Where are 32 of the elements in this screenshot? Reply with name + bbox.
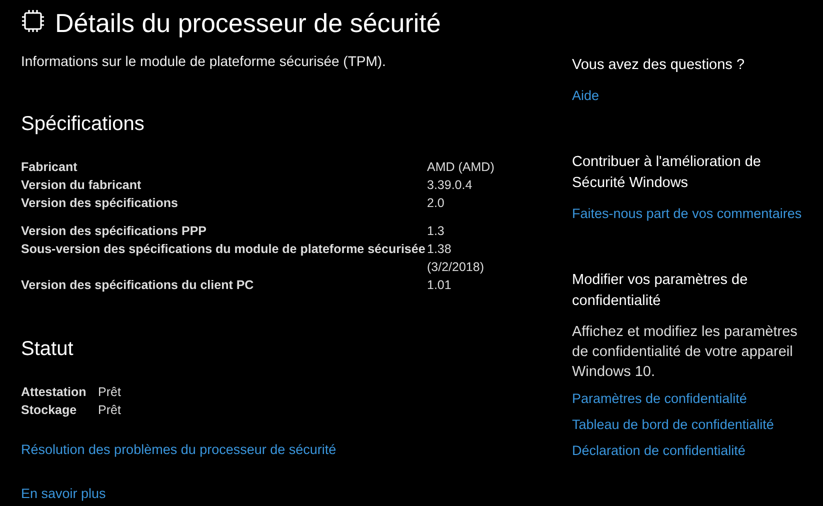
spec-label: Version des spécifications: [21, 195, 180, 212]
status-label: Stockage: [21, 402, 78, 419]
chip-icon: [21, 9, 45, 33]
spec-value: 1.3: [427, 223, 446, 240]
spec-label: Version des spécifications PPP: [21, 223, 208, 240]
spec-value: 2.0: [427, 195, 446, 212]
section-heading: Statut: [21, 337, 74, 361]
spec-label: Fabricant: [21, 159, 78, 176]
spec-value: 1.01: [427, 277, 452, 294]
sidebar-heading: Vous avez des questions ?: [572, 56, 746, 75]
spec-label: Version des spécifications du client PC: [21, 277, 255, 294]
sidebar-link[interactable]: Aide: [572, 88, 600, 103]
status-label: Attestation: [21, 384, 88, 401]
spec-label: Sous-version des spécifications du module de plateforme sécurisée: [21, 241, 426, 258]
page-title: Détails du processeur de sécurité: [55, 7, 441, 40]
sidebar-heading: Contribuer à l'amélioration de Sécurité Windows: [572, 153, 762, 193]
spec-value: 3.39.0.4: [427, 177, 474, 194]
spec-value: AMD (AMD): [427, 159, 496, 176]
spec-label: Version du fabricant: [21, 177, 142, 194]
subtitle-text: Informations sur le module de plateforme sécurisée (TPM).: [21, 52, 387, 71]
status-value: Prêt: [98, 384, 122, 401]
sidebar-link[interactable]: Paramètres de confidentialité: [572, 391, 747, 406]
status-value: Prêt: [98, 402, 122, 419]
sidebar-link[interactable]: Faites-nous part de vos commentaires: [572, 206, 802, 221]
help-link[interactable]: En savoir plus: [21, 486, 106, 501]
help-link[interactable]: Résolution des problèmes du processeur de sécurité: [21, 442, 336, 457]
sidebar-text: Affichez et modifiez les paramètres de confidentialité de votre appareil Windows 10.: [572, 323, 798, 382]
sidebar-link[interactable]: Déclaration de confidentialité: [572, 443, 746, 458]
section-heading: Spécifications: [21, 112, 146, 136]
sidebar-link[interactable]: Tableau de bord de confidentialité: [572, 417, 774, 432]
sidebar-heading: Modifier vos paramètres de confidentialité: [572, 271, 749, 311]
spec-value: 1.38 (3/2/2018): [427, 241, 485, 276]
